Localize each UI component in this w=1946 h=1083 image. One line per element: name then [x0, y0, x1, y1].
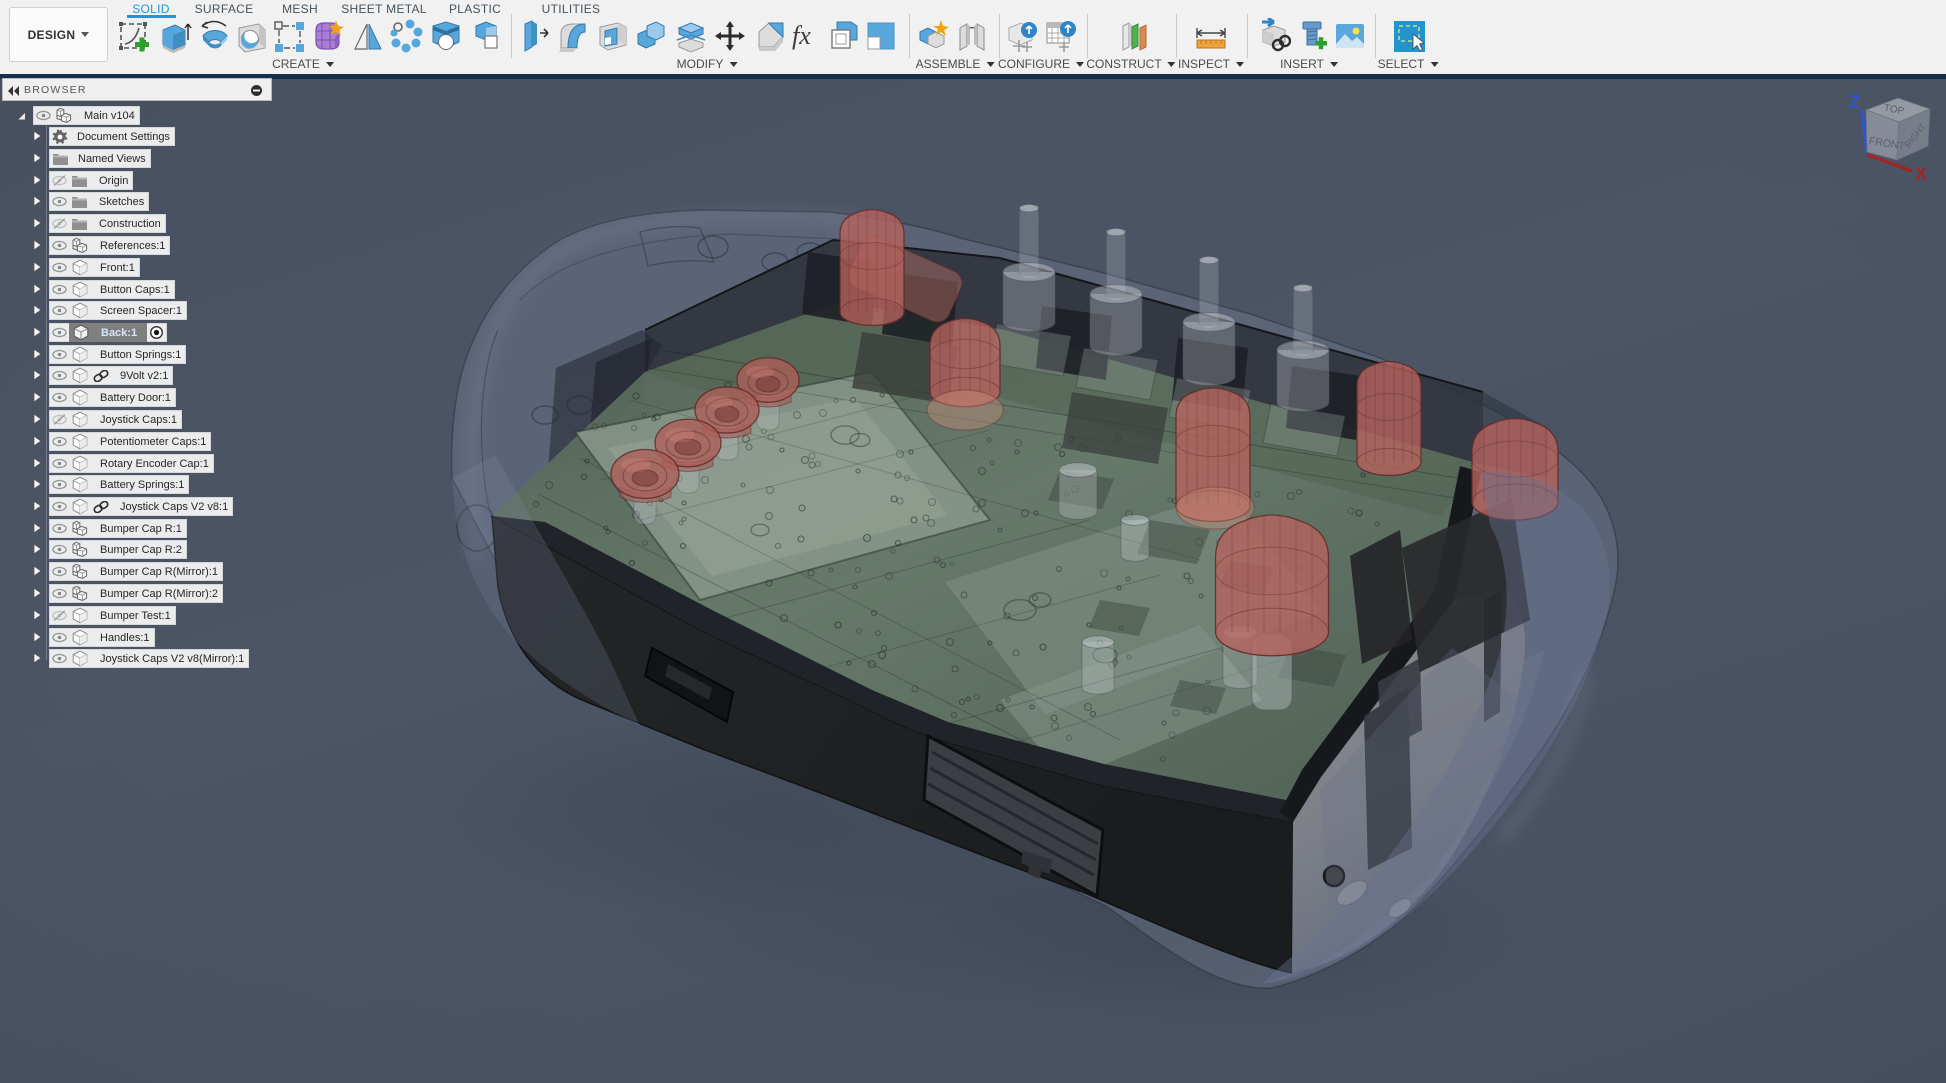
svg-text:Z: Z [1849, 92, 1860, 112]
svg-text:fx: fx [792, 21, 811, 50]
svg-text:X: X [1915, 164, 1927, 184]
